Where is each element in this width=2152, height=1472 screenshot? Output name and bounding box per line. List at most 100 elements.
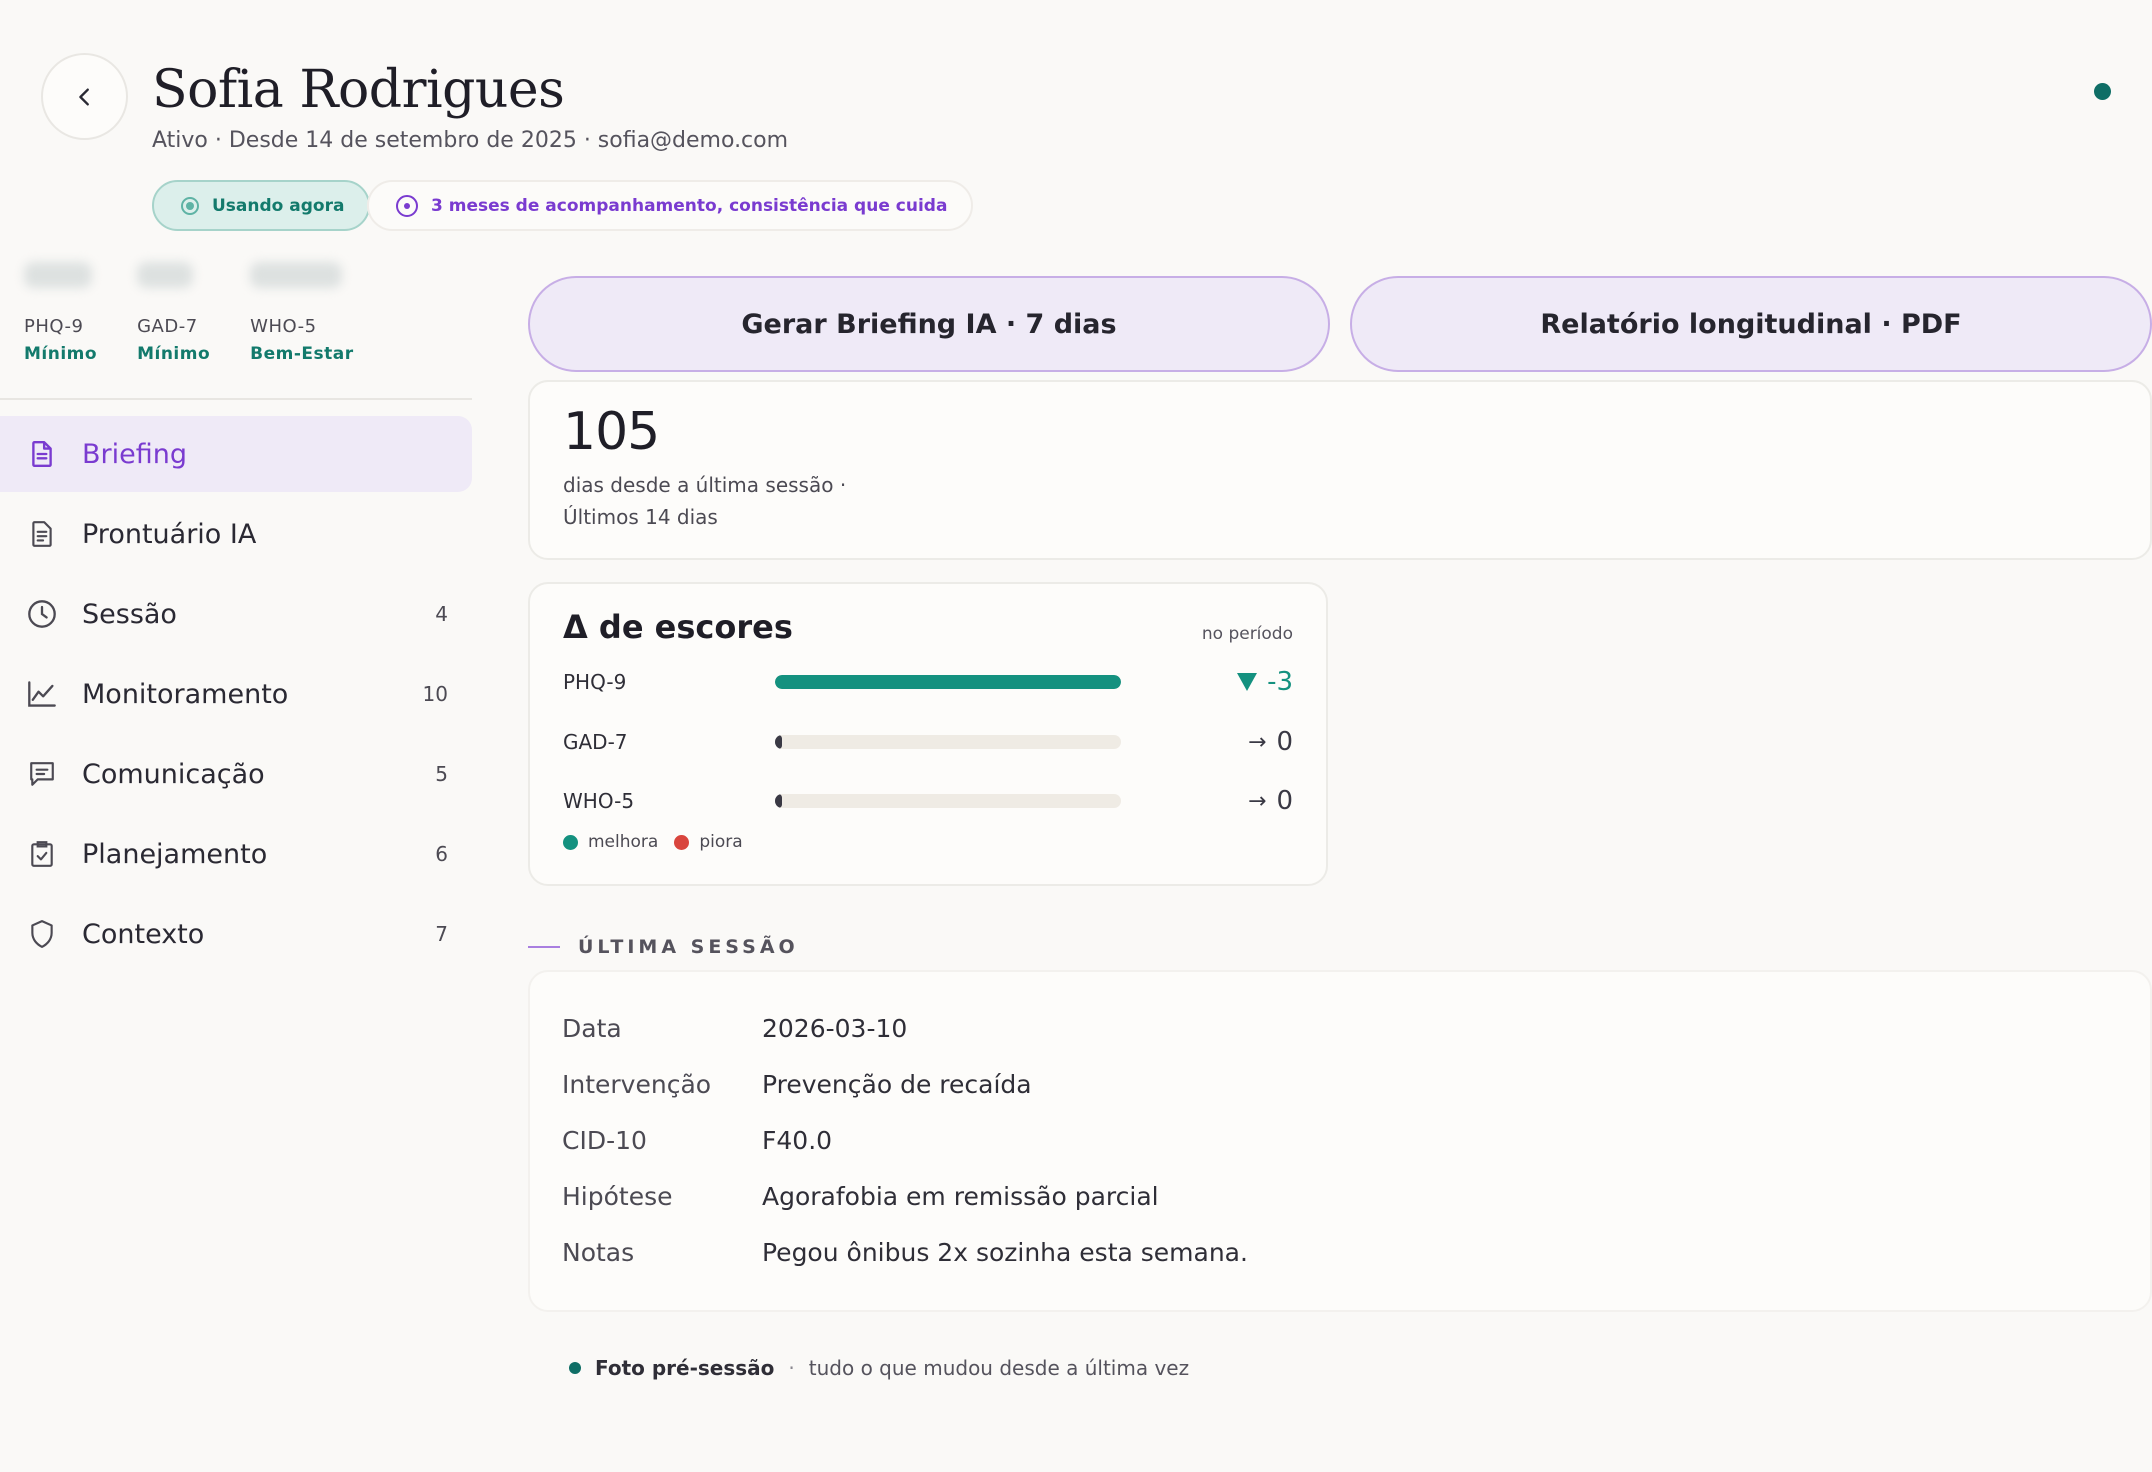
session-field-value: Pegou ônibus 2x sozinha esta semana. [762, 1237, 1248, 1267]
last-session-card: Data 2026-03-10 Intervenção Prevenção de… [528, 970, 2152, 1312]
score-level: Mínimo [137, 344, 211, 364]
session-field-key: Hipótese [562, 1181, 673, 1211]
delta-bar-track [775, 794, 1121, 808]
shield-icon [26, 918, 58, 950]
note-text: tudo o que mudou desde a última vez [808, 1356, 1190, 1380]
score-level: Bem-Estar [250, 344, 354, 364]
sidebar-item-label: Briefing [82, 438, 187, 470]
delta-value: → 0 [1121, 727, 1293, 757]
sidebar-item-briefing[interactable]: Briefing [0, 416, 472, 492]
score-name: GAD-7 [137, 316, 198, 337]
delta-period: no período [1201, 624, 1293, 644]
last-session-heading: ÚLTIMA SESSÃO [528, 936, 799, 958]
session-field-row: Notas Pegou ônibus 2x sozinha esta seman… [562, 1232, 1248, 1272]
score-gad7: GAD-7 Mínimo [137, 262, 210, 368]
delta-arrow: → [1248, 729, 1267, 755]
delta-bar-fill [775, 735, 782, 749]
session-field-value: 2026-03-10 [762, 1013, 908, 1043]
session-field-row: Hipótese Agorafobia em remissão parcial [562, 1176, 1159, 1216]
score-delta-card: Δ de escores no período PHQ-9 -3 GAD-7 →… [528, 582, 1328, 886]
online-status-dot [2094, 83, 2111, 100]
back-button[interactable] [41, 53, 128, 140]
section-title: ÚLTIMA SESSÃO [578, 936, 799, 958]
record-icon [26, 518, 58, 550]
note-title: Foto pré-sessão [595, 1356, 775, 1380]
legend-worsen-label: piora [699, 832, 743, 852]
score-phq9: PHQ-9 Mínimo [24, 262, 97, 368]
score-name: WHO-5 [250, 316, 317, 337]
sidebar-item-planejamento[interactable]: Planejamento 6 [0, 816, 472, 892]
using-now-badge: Usando agora [152, 180, 371, 231]
longitudinal-report-button[interactable]: Relatório longitudinal · PDF [1350, 276, 2152, 372]
score-level: Mínimo [24, 344, 98, 364]
sidebar-item-prontuario[interactable]: Prontuário IA [0, 496, 472, 572]
chart-line-icon [26, 678, 58, 710]
clock-icon [26, 598, 58, 630]
chevron-left-icon [78, 87, 89, 106]
generate-briefing-button[interactable]: Gerar Briefing IA · 7 dias [528, 276, 1330, 372]
sidebar-item-sessao[interactable]: Sessão 4 [0, 576, 472, 652]
session-field-row: Data 2026-03-10 [562, 1008, 907, 1048]
triangle-down-icon [1237, 673, 1258, 691]
sidebar-item-label: Comunicação [82, 758, 265, 790]
sidebar-item-label: Contexto [82, 918, 205, 950]
sidebar-item-count: 6 [435, 842, 448, 866]
target-icon [396, 194, 418, 217]
session-field-key: Notas [562, 1237, 635, 1267]
streak-label: 3 meses de acompanhamento, consistência … [431, 195, 948, 216]
delta-arrow: → [1248, 788, 1267, 814]
delta-label: WHO-5 [563, 789, 635, 813]
sidebar-item-label: Sessão [82, 598, 177, 630]
score-who5: WHO-5 Bem-Estar [250, 262, 353, 368]
delta-title: Δ de escores [563, 608, 793, 646]
session-field-key: Data [562, 1013, 622, 1043]
radio-dot-icon [181, 196, 199, 215]
note-separator: · [788, 1356, 795, 1380]
note-dot [569, 1362, 581, 1374]
sidebar-item-label: Monitoramento [82, 678, 289, 710]
session-field-value: Agorafobia em remissão parcial [762, 1181, 1159, 1211]
sidebar-item-count: 7 [435, 922, 448, 946]
pre-session-note: Foto pré-sessão · tudo o que mudou desde… [569, 1356, 1189, 1380]
days-caption: dias desde a última sessão · [563, 473, 847, 497]
legend-improve-label: melhora [588, 832, 659, 852]
sidebar-item-label: Prontuário IA [82, 518, 257, 550]
section-accent-line [528, 946, 560, 948]
sidebar-item-monitoramento[interactable]: Monitoramento 10 [0, 656, 472, 732]
patient-subtitle: Ativo · Desde 14 de setembro de 2025 · s… [152, 128, 789, 153]
delta-number: -3 [1267, 667, 1293, 697]
delta-value: -3 [1121, 667, 1293, 697]
delta-bar-fill [775, 675, 1121, 689]
session-field-key: Intervenção [562, 1069, 712, 1099]
session-field-row: Intervenção Prevenção de recaída [562, 1064, 1032, 1104]
sidebar-item-contexto[interactable]: Contexto 7 [0, 896, 472, 972]
message-icon [26, 758, 58, 790]
document-icon [26, 438, 58, 470]
delta-row: WHO-5 → 0 [563, 781, 1293, 821]
delta-row: PHQ-9 -3 [563, 662, 1293, 702]
delta-bar-track [775, 735, 1121, 749]
sidebar-divider [0, 398, 472, 400]
sidebar-item-count: 10 [422, 682, 448, 706]
delta-legend: melhora piora [563, 832, 743, 852]
sidebar-item-comunicacao[interactable]: Comunicação 5 [0, 736, 472, 812]
sidebar-item-count: 5 [435, 762, 448, 786]
session-field-row: CID-10 F40.0 [562, 1120, 832, 1160]
days-range: Últimos 14 dias [563, 505, 718, 529]
delta-label: PHQ-9 [563, 670, 627, 694]
sidebar-nav: Briefing Prontuário IA Sessão 4 Monitora… [0, 416, 472, 976]
delta-number: 0 [1276, 786, 1293, 816]
days-since-session-card: 105 dias desde a última sessão · Últimos… [528, 380, 2152, 560]
delta-value: → 0 [1121, 786, 1293, 816]
session-field-key: CID-10 [562, 1125, 647, 1155]
clipboard-check-icon [26, 838, 58, 870]
score-value-blurred [24, 262, 92, 288]
legend-dot-worsen [674, 834, 690, 850]
delta-bar-track [775, 675, 1121, 689]
patient-name: Sofia Rodrigues [152, 60, 565, 120]
score-summary: PHQ-9 Mínimo GAD-7 Mínimo WHO-5 Bem-Esta… [24, 262, 354, 368]
streak-badge: 3 meses de acompanhamento, consistência … [367, 180, 974, 231]
sidebar-item-count: 4 [435, 602, 448, 626]
score-name: PHQ-9 [24, 316, 84, 337]
session-field-value: Prevenção de recaída [762, 1069, 1032, 1099]
